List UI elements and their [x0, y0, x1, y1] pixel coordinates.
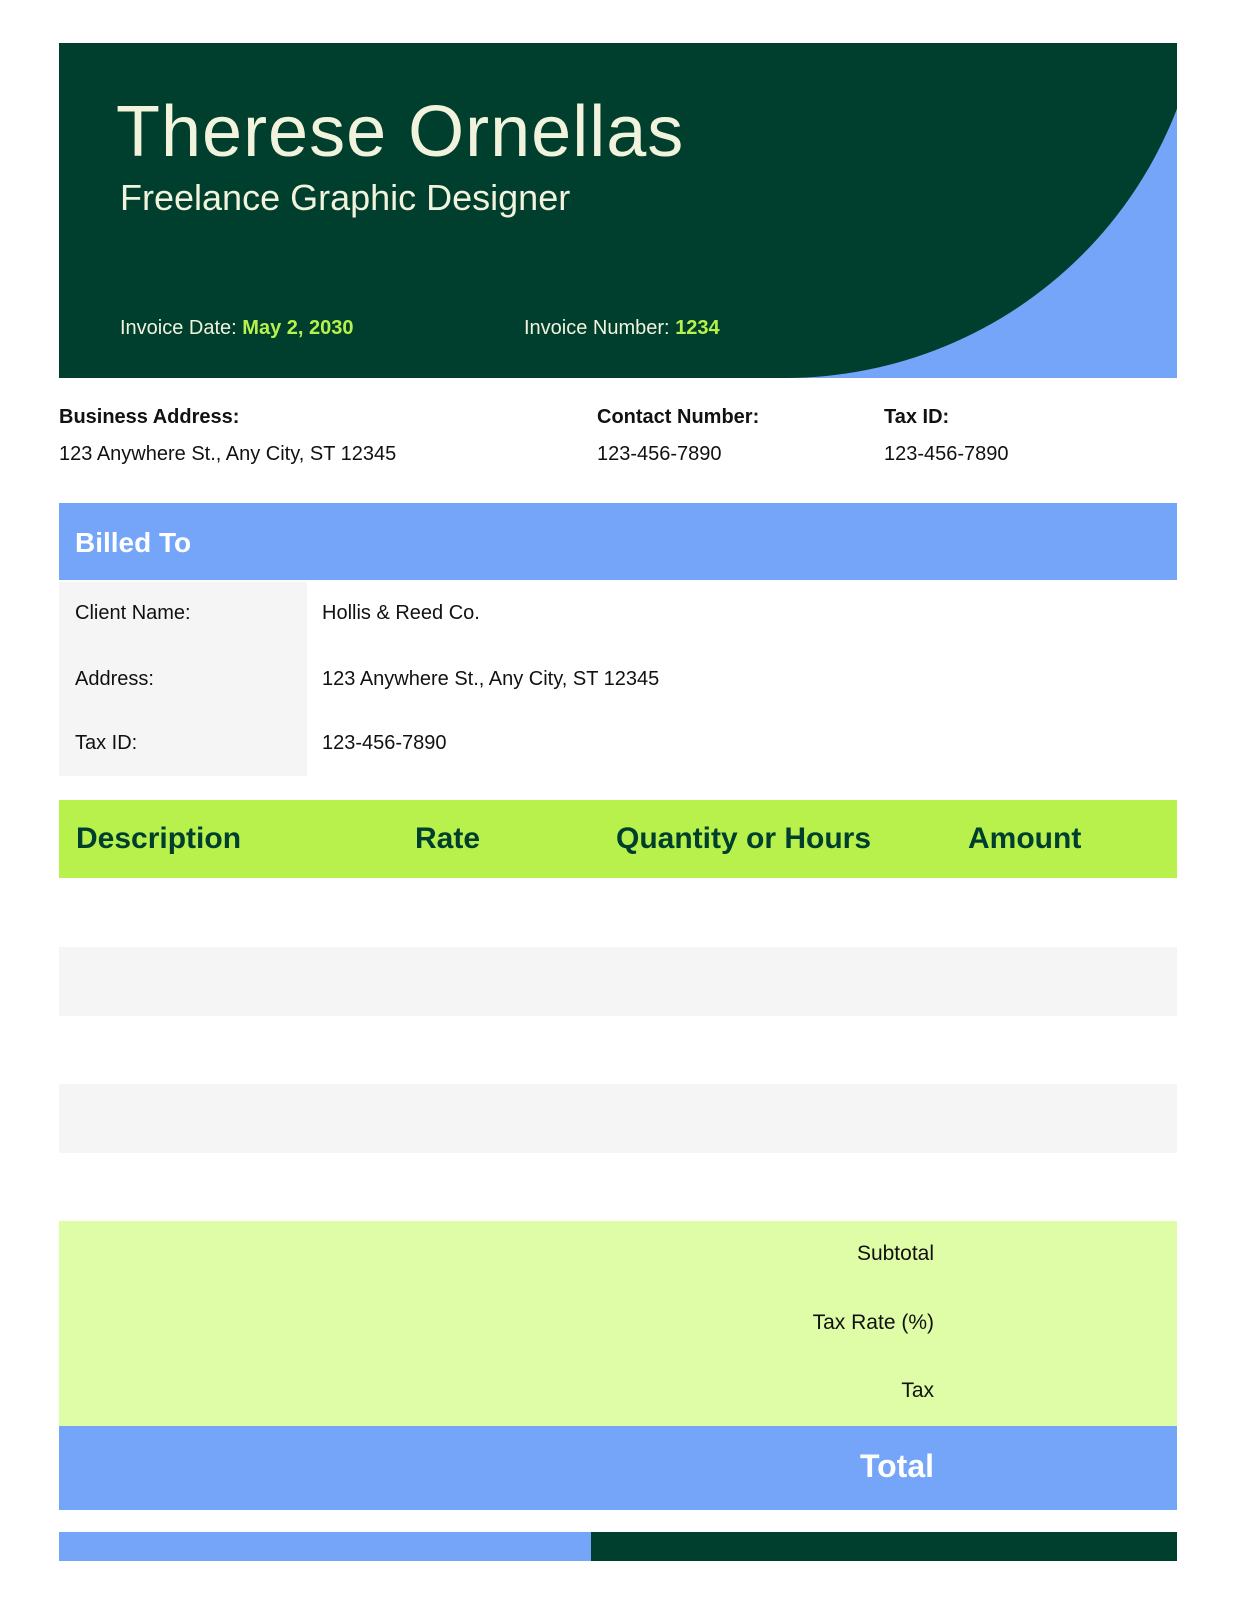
column-description: Description: [76, 822, 242, 855]
client-name-value: Hollis & Reed Co.: [322, 602, 480, 624]
tax-label: Tax: [901, 1379, 934, 1402]
items-table-header: Description Rate Quantity or Hours Amoun…: [59, 800, 1177, 878]
invoice-page: Therese Ornellas Freelance Graphic Desig…: [0, 0, 1237, 1600]
totals-section: Subtotal Tax Rate (%) Tax: [59, 1221, 1177, 1426]
table-row: [59, 947, 1177, 1016]
footer-bar-blue: [59, 1532, 591, 1561]
total-label: Total: [859, 1448, 934, 1484]
tax-id-block: Tax ID: 123-456-7890: [884, 406, 1009, 466]
table-row: [59, 1084, 1177, 1153]
client-tax-id-label: Tax ID:: [75, 732, 138, 754]
billed-to-heading-bar: Billed To: [59, 503, 1177, 580]
footer-bar-green: [591, 1532, 1177, 1561]
invoice-date: Invoice Date: May 2, 2030: [120, 317, 354, 340]
client-address-value: 123 Anywhere St., Any City, ST 12345: [322, 668, 660, 690]
business-address-value: 123 Anywhere St., Any City, ST 12345: [59, 443, 397, 465]
column-amount: Amount: [968, 822, 1082, 855]
billed-to-label-column: Client Name: Address: Tax ID:: [59, 582, 307, 776]
tax-rate-label: Tax Rate (%): [812, 1311, 934, 1334]
invoice-number: Invoice Number: 1234: [524, 317, 720, 340]
client-tax-id-value: 123-456-7890: [322, 732, 447, 754]
client-name-label: Client Name:: [75, 602, 191, 624]
tax-id-label: Tax ID:: [884, 406, 950, 428]
invoice-date-label: Invoice Date:: [120, 317, 237, 339]
contact-number-value: 123-456-7890: [597, 443, 722, 465]
invoice-date-value: May 2, 2030: [242, 317, 354, 339]
business-address-block: Business Address: 123 Anywhere St., Any …: [59, 406, 396, 466]
total-bar: Total: [59, 1426, 1177, 1510]
designer-name: Therese Ornellas: [116, 92, 685, 172]
contact-number-label: Contact Number:: [597, 406, 760, 428]
column-quantity: Quantity or Hours: [616, 822, 872, 855]
client-address-label: Address:: [75, 668, 154, 690]
column-rate: Rate: [415, 822, 481, 855]
contact-number-block: Contact Number: 123-456-7890: [597, 406, 759, 466]
billed-to-heading: Billed To: [75, 527, 192, 558]
invoice-number-label: Invoice Number:: [524, 317, 670, 339]
subtotal-label: Subtotal: [856, 1242, 934, 1265]
invoice-number-value: 1234: [675, 317, 720, 339]
business-address-label: Business Address:: [59, 406, 240, 428]
designer-title: Freelance Graphic Designer: [120, 177, 571, 218]
invoice-header: Therese Ornellas Freelance Graphic Desig…: [59, 43, 1177, 378]
tax-id-value: 123-456-7890: [884, 443, 1009, 465]
